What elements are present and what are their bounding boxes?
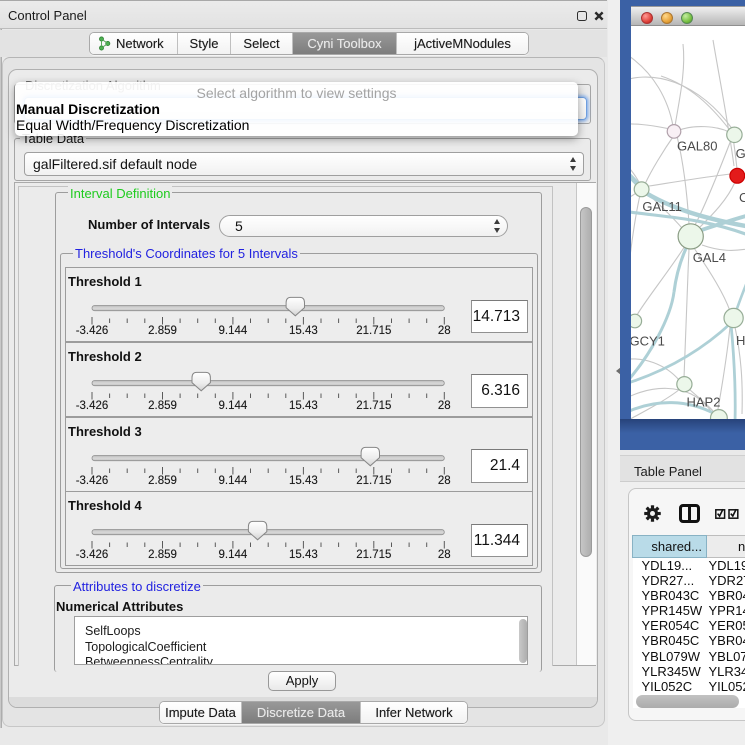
svg-text:GAL4: GAL4 [693,250,726,265]
svg-text:C: C [739,190,745,205]
svg-text:GAL80: GAL80 [677,139,717,154]
svg-text:GCY1: GCY1 [631,334,665,349]
svg-text:GAL11: GAL11 [642,199,682,214]
svg-text:H: H [736,333,745,348]
svg-text:HAP2: HAP2 [687,395,721,410]
svg-text:G: G [736,146,745,161]
